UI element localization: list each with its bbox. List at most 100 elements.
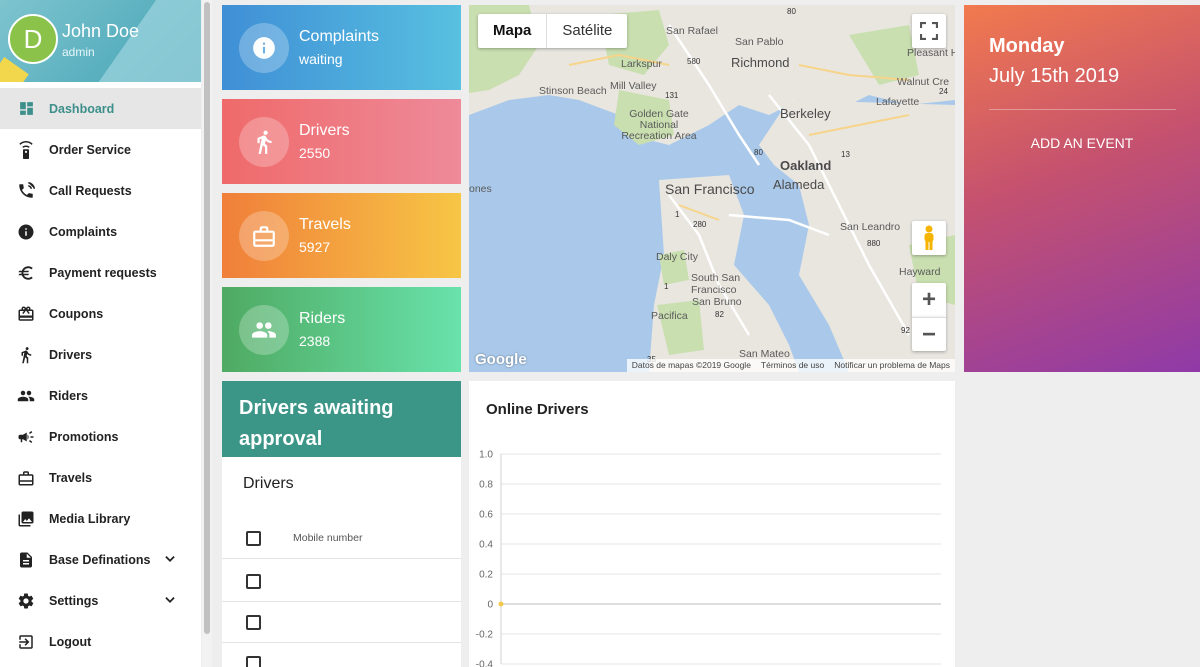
highway-shield: 80 [754,148,763,157]
sidebar-item-label: Settings [49,593,99,608]
zoom-out-button[interactable]: − [912,317,946,351]
sidebar-item-label: Media Library [49,511,131,526]
remote-icon [17,140,35,159]
map-label: San Francisco [665,181,755,197]
stat-value: 2550 [299,145,331,161]
fullscreen-button[interactable] [912,14,946,48]
profile-header: D John Doe admin [0,0,201,82]
sidebar: D John Doe admin Dashboard Order Service… [0,0,201,667]
column-header-mobile-number[interactable]: Mobile number [293,532,362,544]
calendar-divider [989,109,1176,110]
sidebar-item-label: Drivers [49,347,93,362]
y-tick-label: 0.2 [479,570,493,581]
sidebar-item-label: Travels [49,470,93,485]
map-label: Pleasant H [907,47,955,59]
sidebar-item-payment-requests[interactable]: Payment requests [0,252,201,293]
chevron-down-icon[interactable] [163,593,177,612]
map-type-satelite-button[interactable]: Satélite [547,14,627,48]
highway-shield: 13 [841,150,850,159]
sidebar-item-order-service[interactable]: Order Service [0,129,201,170]
sidebar-item-drivers[interactable]: Drivers [0,334,201,375]
stat-card-riders[interactable]: Riders 2388 [222,287,461,372]
row-checkbox[interactable] [246,574,261,589]
map-widget[interactable]: San Rafael San Pablo Pleasant H Larkspur… [469,5,955,372]
sidebar-item-call-requests[interactable]: Call Requests [0,170,201,211]
google-logo: Google [475,351,527,368]
map-type-mapa-button[interactable]: Mapa [478,14,548,48]
fullscreen-icon [920,22,938,40]
map-label: South San Francisco [691,272,741,296]
report-problem-link[interactable]: Notificar un problema de Maps [829,359,955,372]
megaphone-icon [17,428,35,446]
chevron-down-icon[interactable] [163,552,177,571]
highway-shield: 880 [867,239,881,248]
sidebar-item-base-definations[interactable]: Base Definations [0,539,201,580]
sidebar-item-promotions[interactable]: Promotions [0,416,201,457]
sidebar-item-logout[interactable]: Logout [0,621,201,662]
sidebar-menu: Dashboard Order Service Call Requests Co… [0,88,201,662]
drivers-awaiting-title: Drivers awaiting approval [222,381,461,457]
logout-icon [17,633,35,651]
zoom-in-button[interactable]: + [912,283,946,317]
sidebar-item-label: Payment requests [49,265,157,280]
data-point[interactable] [498,601,504,607]
dashboard-icon [17,100,35,118]
document-icon [17,551,35,569]
plus-icon: + [921,286,936,313]
select-all-checkbox[interactable] [246,531,261,546]
highway-shield: 92 [901,326,910,335]
sidebar-item-label: Complaints [49,224,118,239]
stat-card-drivers[interactable]: Drivers 2550 [222,99,461,184]
table-row[interactable] [222,602,461,643]
sidebar-item-coupons[interactable]: Coupons [0,293,201,334]
highway-shield: 24 [939,87,948,96]
sidebar-item-label: Call Requests [49,183,132,198]
sidebar-item-media-library[interactable]: Media Library [0,498,201,539]
sidebar-item-settings[interactable]: Settings [0,580,201,621]
y-tick-label: 1.0 [479,450,493,461]
stat-card-complaints[interactable]: Complaints waiting [222,5,461,90]
row-checkbox[interactable] [246,615,261,630]
y-tick-label: 0 [487,600,493,611]
map-label: Pacifica [651,310,688,322]
online-drivers-chart: 1.0 0.8 0.6 0.4 0.2 0 -0.2 -0.4 [476,450,941,667]
street-view-button[interactable] [912,221,946,255]
terms-link[interactable]: Términos de uso [756,359,829,372]
table-row[interactable] [222,643,461,667]
info-icon [239,23,289,73]
walking-icon [17,346,35,364]
sidebar-item-label: Logout [49,634,92,649]
walking-icon [239,117,289,167]
sidebar-item-dashboard[interactable]: Dashboard [0,88,201,129]
calendar-day: Monday [989,35,1065,57]
sidebar-item-riders[interactable]: Riders [0,375,201,416]
scrollbar-thumb[interactable] [204,2,210,634]
highway-shield: 1 [664,282,669,291]
calendar-date: July 15th 2019 [989,65,1120,87]
map-label: ones [469,183,492,195]
stat-title: Complaints [299,28,380,45]
map-label: Daly City [656,251,699,263]
stat-card-travels[interactable]: Travels 5927 [222,193,461,278]
table-row[interactable] [222,561,461,602]
sidebar-item-complaints[interactable]: Complaints [0,211,201,252]
sidebar-item-label: Riders [49,388,88,403]
stat-value: waiting [299,51,343,67]
map-label: Richmond [731,55,790,70]
map-label: San Pablo [735,36,784,48]
map-type-control: Mapa Satélite [478,14,628,48]
table-header-row: Mobile number [222,518,461,559]
sidebar-scrollbar[interactable] [202,0,212,667]
map-label: Larkspur [621,58,662,70]
sidebar-item-label: Order Service [49,142,131,157]
sidebar-item-label: Coupons [49,306,104,321]
y-tick-label: -0.4 [476,660,494,667]
gear-icon [17,592,35,610]
map-label: Stinson Beach [539,85,607,97]
add-event-button[interactable]: ADD AN EVENT [964,135,1200,151]
highway-shield: 80 [787,7,796,16]
avatar[interactable]: D [8,14,58,64]
map-label: Mill Valley [610,80,657,92]
row-checkbox[interactable] [246,656,261,667]
sidebar-item-travels[interactable]: Travels [0,457,201,498]
